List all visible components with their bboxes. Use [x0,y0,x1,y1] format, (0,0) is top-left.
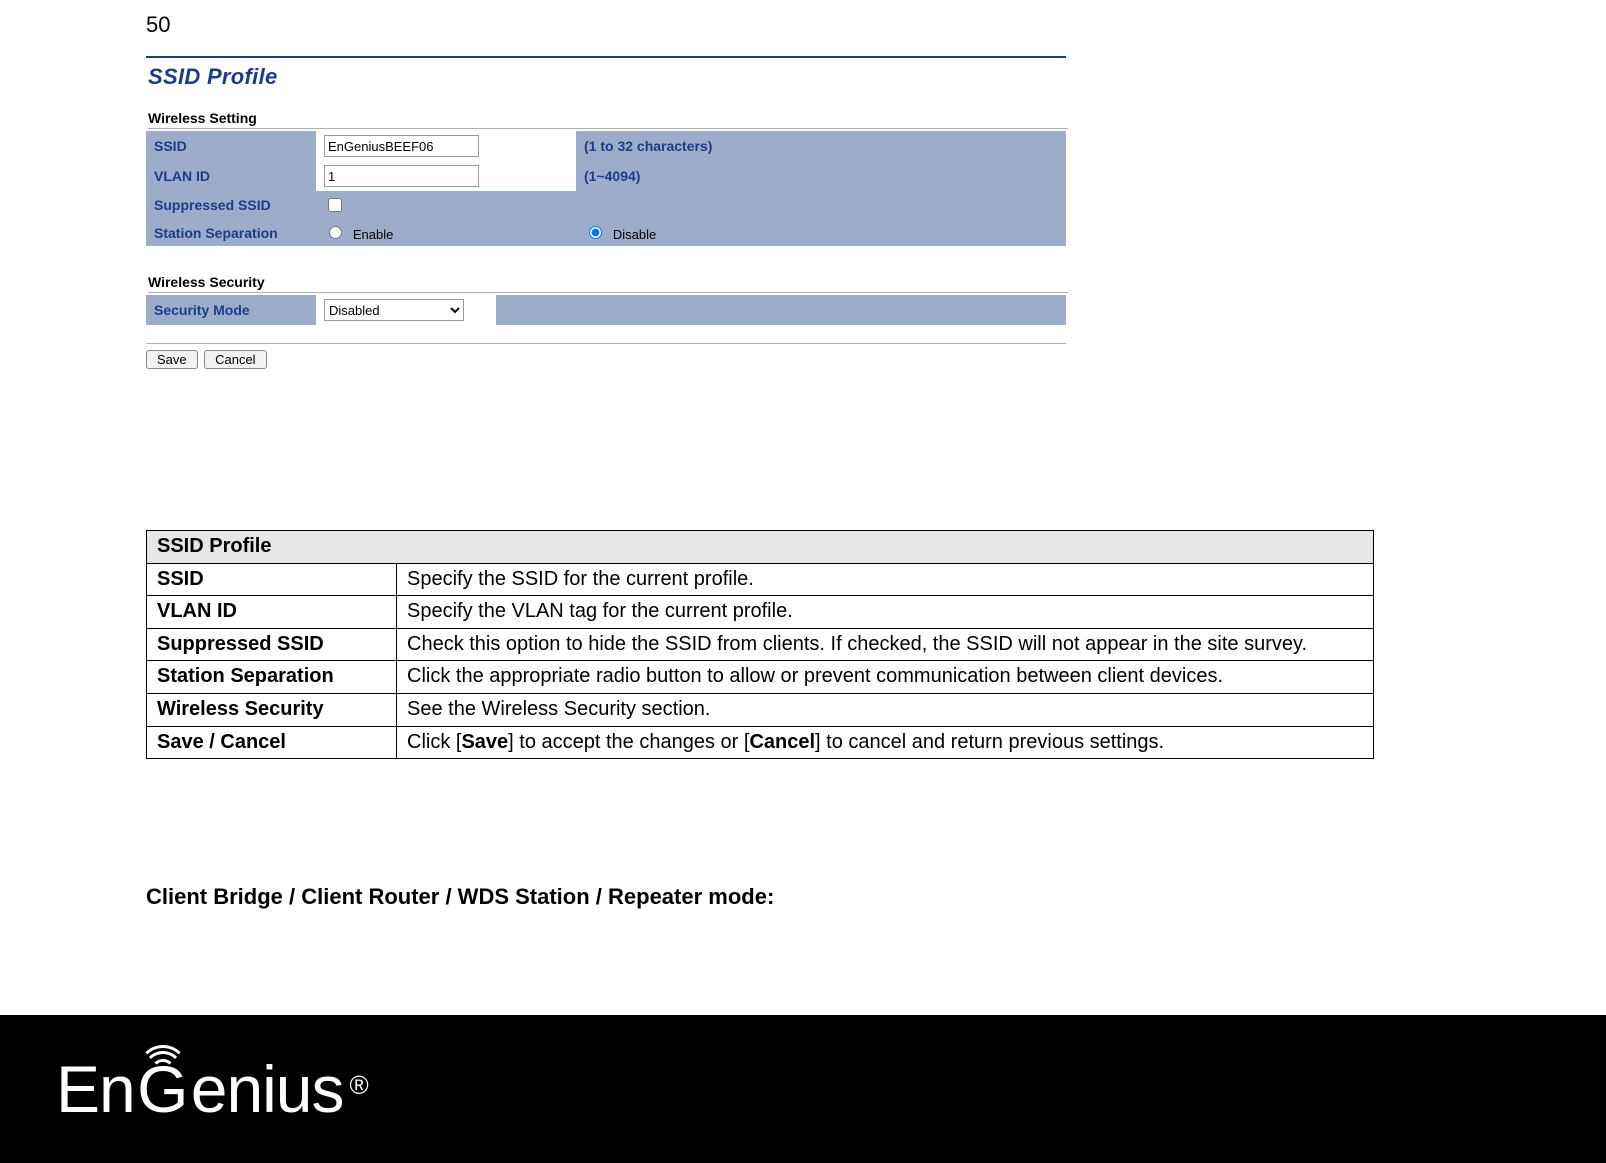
doc-desc: Click the appropriate radio button to al… [397,661,1374,694]
vlan-hint: (1~4094) [576,161,1066,191]
station-disable-label: Disable [613,227,656,242]
wireless-security-table: Security Mode Disabled [146,295,1066,325]
cancel-button[interactable]: Cancel [204,350,266,369]
mode-heading: Client Bridge / Client Router / WDS Stat… [146,884,774,910]
doc-term: Suppressed SSID [147,628,397,661]
doc-desc: Specify the SSID for the current profile… [397,563,1374,596]
ssid-profile-panel: SSID Profile Wireless Setting SSID (1 to… [146,56,1066,369]
security-mode-select[interactable]: Disabled [324,299,464,321]
doc-term: Wireless Security [147,693,397,726]
ssid-input[interactable] [324,135,479,157]
doc-term: VLAN ID [147,596,397,629]
ssid-profile-doc-table: SSID Profile SSID Specify the SSID for t… [146,530,1374,759]
engenius-logo: EnGenius® [56,1051,369,1127]
doc-desc: Check this option to hide the SSID from … [397,628,1374,661]
station-enable-label: Enable [353,227,393,242]
doc-term: Station Separation [147,661,397,694]
doc-term: Save / Cancel [147,726,397,759]
footer: EnGenius® [0,1015,1606,1163]
doc-desc: Click [Save] to accept the changes or [C… [397,726,1374,759]
vlan-label: VLAN ID [146,161,316,191]
wireless-security-header: Wireless Security [148,274,1068,293]
station-disable-radio[interactable] [589,226,602,239]
wifi-icon [136,1041,190,1075]
station-enable-radio[interactable] [329,226,342,239]
wireless-setting-table: SSID (1 to 32 characters) VLAN ID (1~409… [146,131,1066,246]
ssid-label: SSID [146,131,316,161]
suppressed-ssid-checkbox[interactable] [328,198,342,212]
doc-desc: Specify the VLAN tag for the current pro… [397,596,1374,629]
doc-term: SSID [147,563,397,596]
doc-table-header: SSID Profile [147,531,1374,564]
save-button[interactable]: Save [146,350,198,369]
vlan-input[interactable] [324,165,479,187]
page-number: 50 [146,12,170,38]
divider [146,343,1066,344]
wireless-setting-header: Wireless Setting [148,110,1068,129]
suppressed-ssid-label: Suppressed SSID [146,191,316,219]
ssid-profile-title: SSID Profile [148,64,1066,90]
station-separation-label: Station Separation [146,219,316,246]
ssid-hint: (1 to 32 characters) [576,131,1066,161]
doc-desc: See the Wireless Security section. [397,693,1374,726]
security-mode-label: Security Mode [146,295,316,325]
